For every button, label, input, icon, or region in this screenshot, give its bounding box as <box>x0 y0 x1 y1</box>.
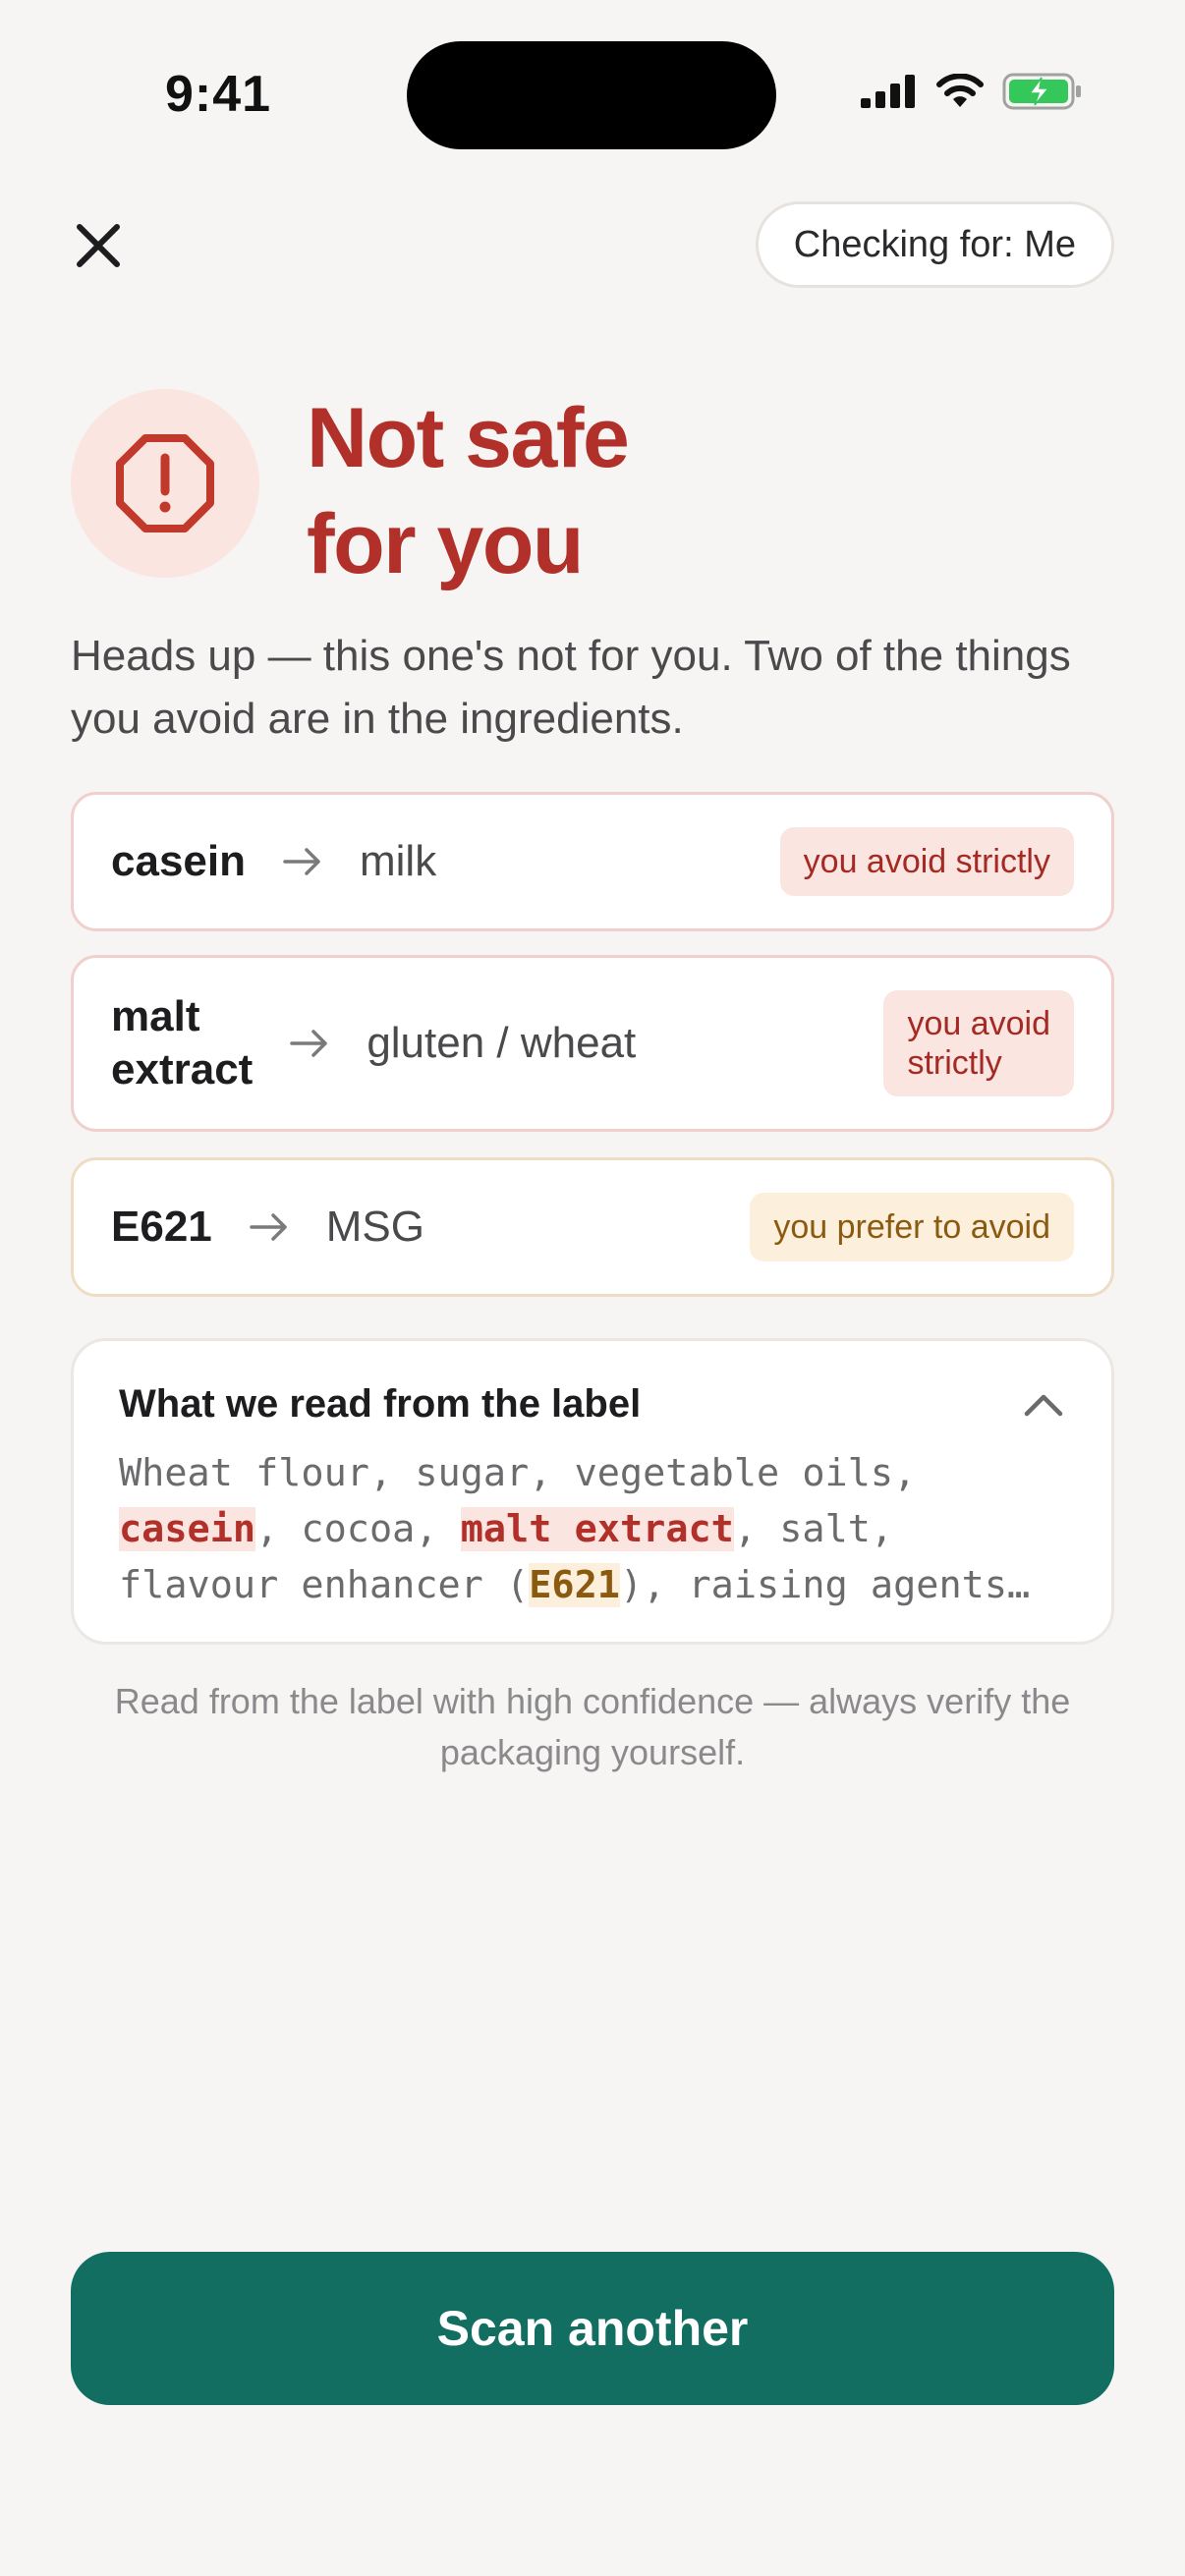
label-text-segment: flavour enhancer ( <box>119 1563 530 1607</box>
ingredient-name-line2: extract <box>111 1045 254 1093</box>
arrow-right-icon <box>250 1212 289 1242</box>
match-card-casein[interactable]: casein milk you avoid strictly <box>71 792 1114 931</box>
highlight-e621: E621 <box>529 1563 620 1607</box>
battery-charging-icon <box>1002 73 1081 110</box>
ingredient-line-1: Wheat flour, sugar, vegetable oils, <box>119 1445 1082 1501</box>
label-text-segment: , salt, <box>733 1507 894 1551</box>
allergen-name: milk <box>359 837 437 885</box>
ingredient-name: E621 <box>111 1203 212 1251</box>
arrow-right-icon <box>290 1029 329 1058</box>
label-text-segment: Wheat flour, sugar, vegetable oils, <box>119 1451 917 1495</box>
verdict-title-line2: for you <box>307 497 584 591</box>
severity-badge-line1: you avoid <box>907 1005 1050 1042</box>
match-card-e621[interactable]: E621 MSG you prefer to avoid <box>71 1157 1114 1297</box>
signal-icon <box>861 75 915 108</box>
profile-selector[interactable]: Checking for: Me <box>755 201 1114 288</box>
label-panel-title: What we read from the label <box>119 1382 642 1426</box>
severity-badge: you avoid strictly <box>883 990 1074 1096</box>
ingredient-list-text: Wheat flour, sugar, vegetable oils, case… <box>119 1445 1082 1613</box>
allergen-name: MSG <box>325 1203 424 1251</box>
arrow-right-icon <box>283 847 322 876</box>
label-text-segment: ), raising agents… <box>619 1563 1031 1607</box>
ingredient-name: casein <box>111 837 246 885</box>
ingredient-name-line1: malt <box>111 992 200 1040</box>
dynamic-island <box>407 41 776 149</box>
verdict-title: Not safe for you <box>307 385 994 597</box>
scan-another-button[interactable]: Scan another <box>71 2252 1114 2405</box>
status-icons <box>861 73 1083 110</box>
status-time: 9:41 <box>165 66 272 123</box>
status-bar: 9:41 <box>0 0 1185 157</box>
chevron-up-icon[interactable] <box>1019 1384 1068 1424</box>
label-text-segment: , cocoa, <box>255 1507 461 1551</box>
ingredient-name: malt extract <box>111 990 253 1096</box>
allergen-name: gluten / wheat <box>367 1019 637 1067</box>
highlight-malt-extract: malt extract <box>460 1507 734 1551</box>
severity-badge: you avoid strictly <box>779 827 1074 896</box>
ingredient-line-2: casein, cocoa, malt extract, salt, <box>119 1501 1082 1557</box>
ingredient-line-3: flavour enhancer (E621), raising agents… <box>119 1557 1082 1613</box>
close-button[interactable] <box>59 206 138 285</box>
warning-octagon-icon <box>71 389 259 578</box>
severity-badge-line2: strictly <box>907 1044 1002 1082</box>
highlight-casein: casein <box>119 1507 256 1551</box>
verdict-title-line1: Not safe <box>307 391 630 485</box>
verdict-description: Heads up — this one's not for you. Two o… <box>71 632 1071 743</box>
severity-badge: you prefer to avoid <box>750 1193 1074 1261</box>
match-card-malt-extract[interactable]: malt extract gluten / wheat you avoid st… <box>71 955 1114 1132</box>
confidence-note: Read from the label with high confidence… <box>114 1681 1071 1772</box>
wifi-icon <box>936 74 984 107</box>
close-icon <box>77 224 120 267</box>
label-text-panel: What we read from the label Wheat flour,… <box>71 1338 1114 1645</box>
